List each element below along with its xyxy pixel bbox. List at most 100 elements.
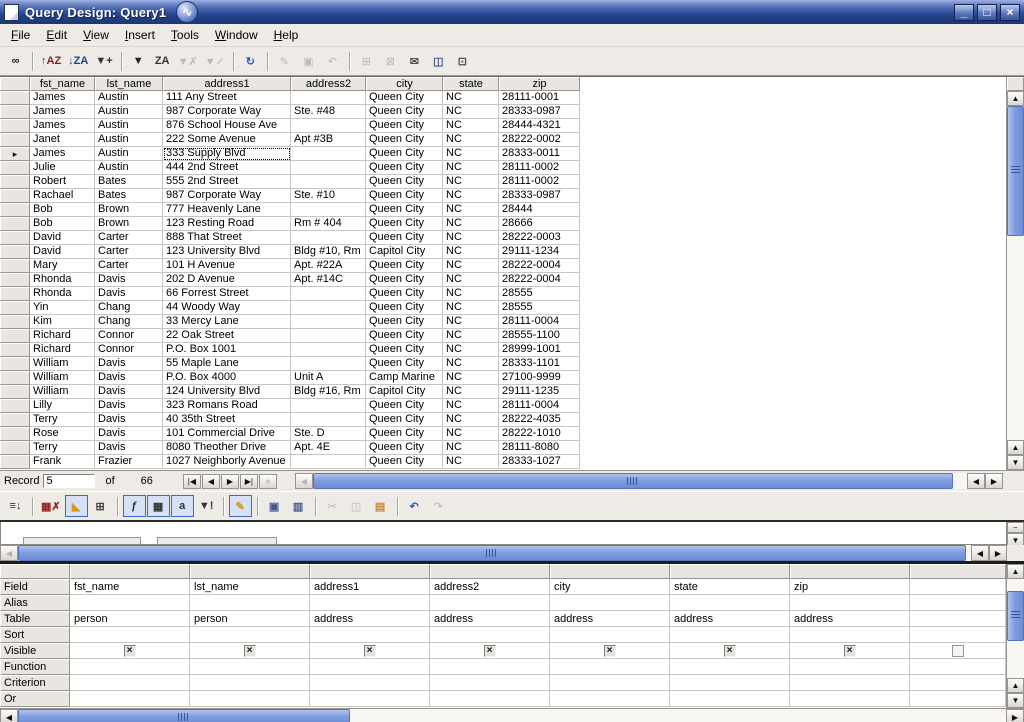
table-cell[interactable]: 27100-9999: [499, 371, 580, 385]
table-cell[interactable]: [291, 399, 366, 413]
row-header[interactable]: [0, 105, 30, 119]
table-cell[interactable]: Davis: [95, 413, 163, 427]
column-header-address1[interactable]: address1: [163, 77, 291, 91]
column-header-state[interactable]: state: [443, 77, 499, 91]
table-cell[interactable]: NC: [443, 133, 499, 147]
row-header[interactable]: [0, 315, 30, 329]
relation-pane-vertical-scrollbar[interactable]: – ▼: [1007, 522, 1024, 545]
find-record-icon[interactable]: ∞: [4, 50, 27, 72]
scroll-down-icon[interactable]: ▼: [1007, 693, 1024, 708]
design-cell-function[interactable]: [310, 659, 430, 675]
table-vertical-scrollbar[interactable]: ▲ ▲ ▼: [1006, 77, 1024, 470]
table-cell[interactable]: 28111-0002: [499, 161, 580, 175]
table-cell[interactable]: 987 Corporate Way: [163, 105, 291, 119]
design-cell-sort[interactable]: [670, 627, 790, 643]
design-grid-column-header[interactable]: [310, 564, 430, 579]
splitter-handle[interactable]: –: [1007, 522, 1024, 533]
data-source-as-table-icon[interactable]: ◫: [427, 50, 450, 72]
sort-order-icon[interactable]: ZA: [151, 50, 174, 72]
design-cell-or[interactable]: [190, 691, 310, 707]
table-cell[interactable]: NC: [443, 161, 499, 175]
table-cell[interactable]: Chang: [95, 315, 163, 329]
table-cell[interactable]: Davis: [95, 399, 163, 413]
table-cell[interactable]: 28222-0003: [499, 231, 580, 245]
table-cell[interactable]: 101 H Avenue: [163, 259, 291, 273]
table-cell[interactable]: 29111-1234: [499, 245, 580, 259]
row-header[interactable]: [0, 371, 30, 385]
row-header[interactable]: [0, 399, 30, 413]
table-cell[interactable]: 1027 Neighborly Avenue: [163, 455, 291, 469]
design-cell-visible[interactable]: ×: [550, 643, 670, 659]
table-cell[interactable]: [291, 119, 366, 133]
design-cell-table[interactable]: person: [190, 611, 310, 627]
table-cell[interactable]: 28333-0987: [499, 189, 580, 203]
table-cell[interactable]: Davis: [95, 385, 163, 399]
undo-icon[interactable]: ↶: [403, 495, 426, 517]
scroll-left-icon[interactable]: ◀: [967, 473, 985, 489]
table-cell[interactable]: Rachael: [30, 189, 95, 203]
scroll-right-icon[interactable]: ▶: [989, 545, 1007, 561]
table-cell[interactable]: Rhonda: [30, 287, 95, 301]
design-grid-column-header[interactable]: [910, 564, 1006, 579]
table-cell[interactable]: 777 Heavenly Lane: [163, 203, 291, 217]
table-cell[interactable]: Queen City: [366, 133, 443, 147]
table-cell[interactable]: NC: [443, 441, 499, 455]
table-name-icon[interactable]: ▦: [147, 495, 170, 517]
table-cell[interactable]: Queen City: [366, 203, 443, 217]
design-cell-visible[interactable]: [910, 643, 1006, 659]
table-cell[interactable]: Brown: [95, 203, 163, 217]
design-cell-criterion[interactable]: [910, 675, 1006, 691]
table-cell[interactable]: David: [30, 245, 95, 259]
table-cell[interactable]: NC: [443, 245, 499, 259]
table-cell[interactable]: [291, 231, 366, 245]
table-cell[interactable]: Julie: [30, 161, 95, 175]
table-cell[interactable]: Frazier: [95, 455, 163, 469]
design-grid-column-header[interactable]: [550, 564, 670, 579]
design-grid-column-header[interactable]: [790, 564, 910, 579]
vertical-scroll-thumb[interactable]: [1007, 591, 1024, 641]
design-cell-field[interactable]: address2: [430, 579, 550, 595]
table-window-person[interactable]: [23, 537, 141, 544]
table-cell[interactable]: [291, 287, 366, 301]
visible-checkbox[interactable]: ×: [244, 645, 256, 657]
row-header[interactable]: [0, 203, 30, 217]
design-cell-sort[interactable]: [550, 627, 670, 643]
design-grid-column-header[interactable]: [670, 564, 790, 579]
design-cell-or[interactable]: [670, 691, 790, 707]
row-header[interactable]: [0, 161, 30, 175]
table-cell[interactable]: 333 Supply Blvd: [163, 147, 291, 161]
table-cell[interactable]: Chang: [95, 301, 163, 315]
prev-record-button[interactable]: ◀: [202, 474, 220, 489]
table-cell[interactable]: Austin: [95, 91, 163, 105]
table-cell[interactable]: 28999-1001: [499, 343, 580, 357]
table-cell[interactable]: Apt. #14C: [291, 273, 366, 287]
table-cell[interactable]: 28333-0987: [499, 105, 580, 119]
table-cell[interactable]: [291, 413, 366, 427]
design-cell-visible[interactable]: ×: [310, 643, 430, 659]
design-cell-or[interactable]: [430, 691, 550, 707]
design-cell-field[interactable]: state: [670, 579, 790, 595]
design-cell-criterion[interactable]: [670, 675, 790, 691]
design-cell-table[interactable]: person: [70, 611, 190, 627]
table-cell[interactable]: [291, 329, 366, 343]
column-header-lst_name[interactable]: lst_name: [95, 77, 163, 91]
table-cell[interactable]: Queen City: [366, 189, 443, 203]
table-cell[interactable]: [291, 343, 366, 357]
design-cell-or[interactable]: [910, 691, 1006, 707]
design-view-icon[interactable]: ◣: [65, 495, 88, 517]
table-cell[interactable]: Richard: [30, 343, 95, 357]
explorer-icon[interactable]: ⊡: [451, 50, 474, 72]
table-cell[interactable]: Ste. D: [291, 427, 366, 441]
design-cell-criterion[interactable]: [550, 675, 670, 691]
table-cell[interactable]: 28222-4035: [499, 413, 580, 427]
table-cell[interactable]: NC: [443, 203, 499, 217]
design-cell-alias[interactable]: [670, 595, 790, 611]
menu-help[interactable]: Help: [266, 26, 307, 44]
table-cell[interactable]: Queen City: [366, 119, 443, 133]
vertical-scroll-thumb[interactable]: [1007, 106, 1024, 236]
next-record-button[interactable]: ▶: [221, 474, 239, 489]
mail-merge-icon[interactable]: ✉: [403, 50, 426, 72]
design-cell-field[interactable]: lst_name: [190, 579, 310, 595]
table-cell[interactable]: NC: [443, 343, 499, 357]
table-cell[interactable]: [291, 147, 366, 161]
